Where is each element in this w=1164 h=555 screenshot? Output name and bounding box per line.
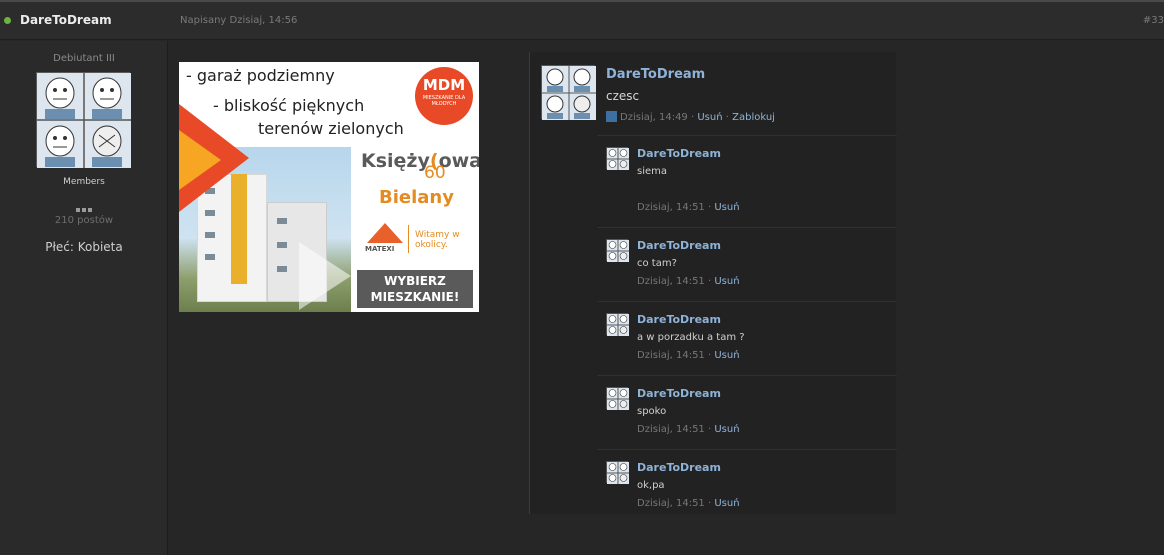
- status-text: czesc: [606, 89, 640, 103]
- ad-brand-name: Księży(owa: [361, 150, 479, 172]
- avatar-comic-icon: [607, 314, 629, 336]
- reply-author-link[interactable]: DareToDream: [637, 313, 721, 326]
- avatar-comic-icon: [607, 240, 629, 262]
- reply-time: Dzisiaj, 14:51: [637, 350, 705, 361]
- avatar-comic-icon: [542, 66, 596, 120]
- reply-delete-link[interactable]: Usuń: [714, 276, 739, 287]
- ad-line-2: - bliskość pięknych: [213, 96, 365, 115]
- reply-delete-link[interactable]: Usuń: [714, 424, 739, 435]
- user-avatar[interactable]: [36, 72, 131, 168]
- reply-meta: Dzisiaj, 14:51 · Usuń: [637, 276, 740, 287]
- ad-mdm-title: MDM: [422, 76, 466, 94]
- ad-window: [277, 266, 287, 272]
- reply-author-link[interactable]: DareToDream: [637, 461, 721, 474]
- ad-arrow-icon: [299, 242, 351, 310]
- ad-district: Bielany: [379, 187, 454, 208]
- ad-triangle-icon: [179, 130, 221, 190]
- ad-slogan: Witamy w okolicy.: [415, 230, 460, 250]
- reply-delete-link[interactable]: Usuń: [714, 498, 739, 509]
- member-gender: Płeć: Kobieta: [45, 240, 123, 254]
- post-author-link[interactable]: DareToDream: [20, 13, 112, 27]
- ad-matexi-logo-icon: [367, 223, 403, 243]
- member-rank: Debiutant III: [53, 53, 115, 64]
- advertisement-banner[interactable]: - garaż podziemny - bliskość pięknych te…: [179, 62, 479, 312]
- ad-cta-button[interactable]: WYBIERZ MIESZKANIE!: [357, 270, 473, 308]
- status-delete-link[interactable]: Usuń: [697, 112, 722, 123]
- reply-text: spoko: [637, 406, 667, 417]
- post-date: Napisany Dzisiaj, 14:56: [180, 15, 298, 26]
- reply-text: co tam?: [637, 258, 677, 269]
- ad-mdm-subtitle: MIESZKANIE DLA MŁODYCH: [422, 95, 466, 107]
- ad-mdm-badge: MDM MIESZKANIE DLA MŁODYCH: [415, 67, 473, 125]
- status-meta: Dzisiaj, 14:49 · Usuń · Zablokuj: [606, 111, 775, 123]
- status-update-panel: DareToDream czesc Dzisiaj, 14:49 · Usuń …: [529, 52, 897, 514]
- status-avatar[interactable]: [541, 65, 596, 120]
- ad-line-3: terenów zielonych: [258, 119, 404, 138]
- status-reply: DareToDream ok,pa Dzisiaj, 14:51 · Usuń: [597, 449, 897, 514]
- status-privacy-icon: [606, 111, 617, 122]
- online-status-icon: [4, 17, 11, 24]
- member-group: Members: [63, 177, 105, 187]
- status-reply: DareToDream spoko Dzisiaj, 14:51 · Usuń: [597, 375, 897, 449]
- ad-separator: [408, 225, 409, 253]
- reply-meta: Dzisiaj, 14:51 · Usuń: [637, 202, 740, 213]
- reply-time: Dzisiaj, 14:51: [637, 498, 705, 509]
- reply-time: Dzisiaj, 14:51: [637, 276, 705, 287]
- author-sidebar: Debiutant III Members 210 postów Płeć: K…: [0, 41, 168, 555]
- reply-avatar[interactable]: [606, 387, 629, 410]
- reply-text: a w porzadku a tam ?: [637, 332, 745, 343]
- reply-avatar[interactable]: [606, 461, 629, 484]
- reply-meta: Dzisiaj, 14:51 · Usuń: [637, 350, 740, 361]
- ad-window: [205, 254, 215, 260]
- avatar-comic-icon: [37, 73, 131, 168]
- ad-matexi-label: MATEXI: [365, 245, 395, 253]
- reply-author-link[interactable]: DareToDream: [637, 387, 721, 400]
- ad-window: [277, 242, 287, 248]
- avatar-comic-icon: [607, 462, 629, 484]
- reply-text: siema: [637, 166, 668, 177]
- ad-window: [277, 218, 287, 224]
- reply-avatar[interactable]: [606, 239, 629, 262]
- status-author-link[interactable]: DareToDream: [606, 67, 705, 82]
- reply-author-link[interactable]: DareToDream: [637, 147, 721, 160]
- post-header: DareToDream Napisany Dzisiaj, 14:56 #33: [0, 2, 1164, 40]
- reply-text: ok,pa: [637, 480, 665, 491]
- ad-brand-part: Księży: [361, 150, 430, 172]
- reply-author-link[interactable]: DareToDream: [637, 239, 721, 252]
- ad-line-1: - garaż podziemny: [186, 66, 335, 85]
- post-count: 210 postów: [54, 215, 114, 226]
- avatar-comic-icon: [607, 148, 629, 170]
- ad-brand-number: 60: [424, 163, 446, 183]
- reply-delete-link[interactable]: Usuń: [714, 350, 739, 361]
- status-time: Dzisiaj, 14:49: [620, 112, 688, 123]
- reply-delete-link[interactable]: Usuń: [714, 202, 739, 213]
- post-number-link[interactable]: #33: [1143, 15, 1164, 26]
- status-block-link[interactable]: Zablokuj: [732, 112, 775, 123]
- reply-avatar[interactable]: [606, 313, 629, 336]
- ad-window: [205, 232, 215, 238]
- status-reply: DareToDream siema Dzisiaj, 14:51 · Usuń: [597, 135, 897, 227]
- reply-meta: Dzisiaj, 14:51 · Usuń: [637, 424, 740, 435]
- reply-meta: Dzisiaj, 14:51 · Usuń: [637, 498, 740, 509]
- rank-pips-icon: [72, 197, 96, 212]
- status-reply: DareToDream a w porzadku a tam ? Dzisiaj…: [597, 301, 897, 375]
- reply-time: Dzisiaj, 14:51: [637, 424, 705, 435]
- reply-avatar[interactable]: [606, 147, 629, 170]
- status-reply: DareToDream co tam? Dzisiaj, 14:51 · Usu…: [597, 227, 897, 301]
- avatar-comic-icon: [607, 388, 629, 410]
- reply-time: Dzisiaj, 14:51: [637, 202, 705, 213]
